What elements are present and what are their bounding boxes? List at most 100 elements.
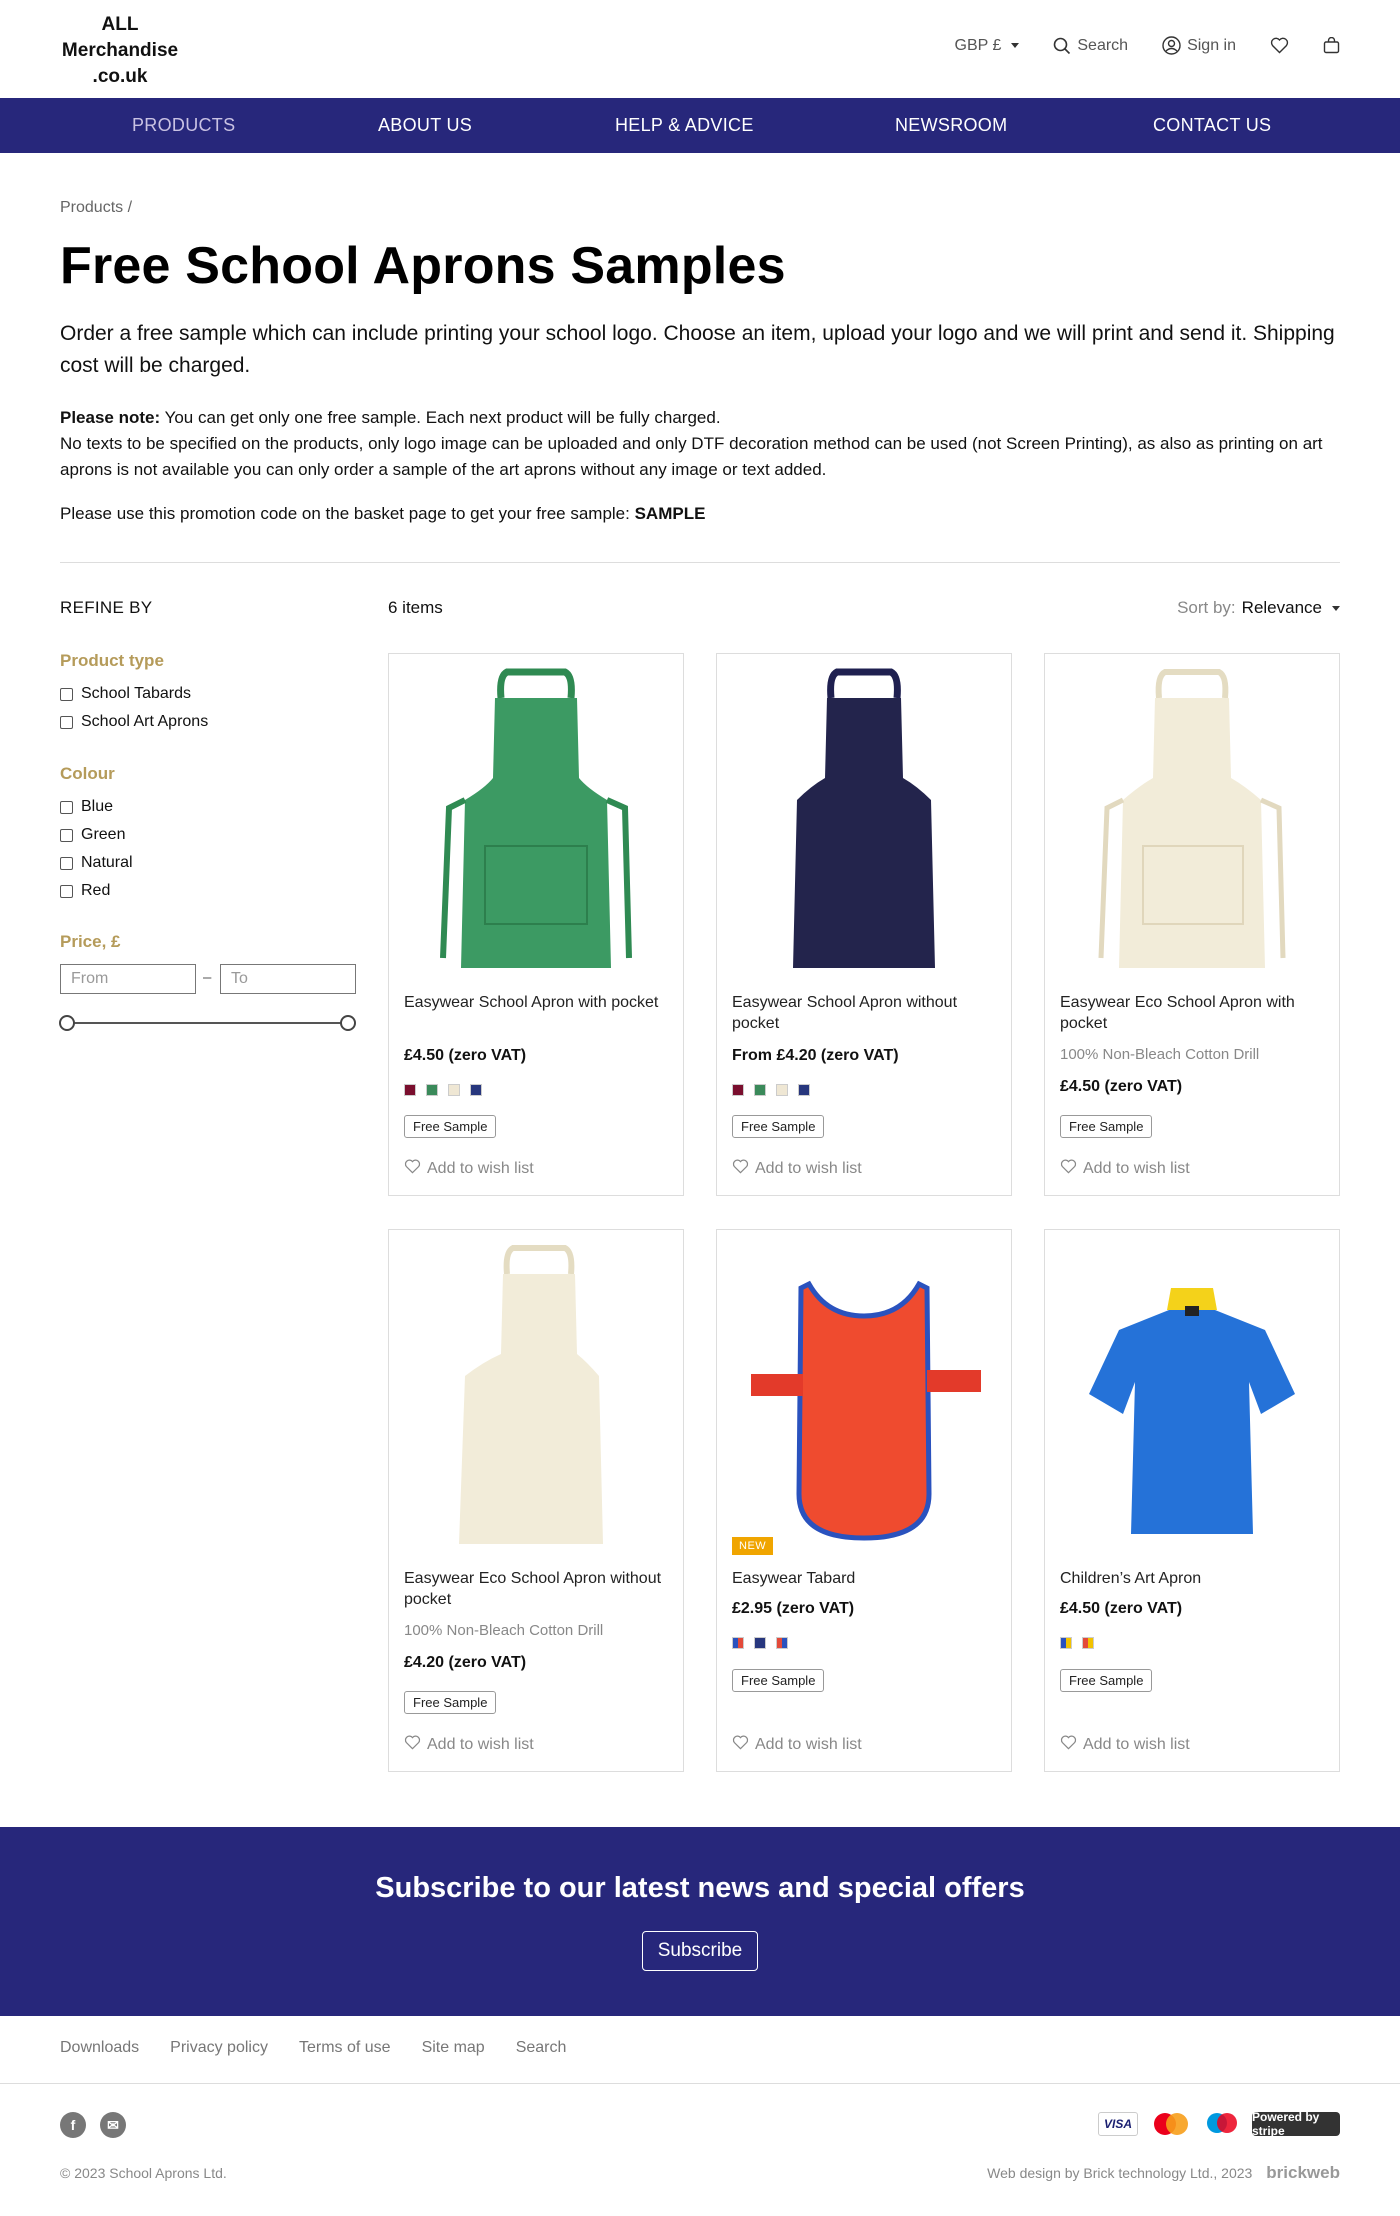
price-dash: –: [203, 969, 212, 986]
credit: Web design by Brick technology Ltd., 202…: [987, 2163, 1340, 2183]
filter-school-art-aprons[interactable]: School Art Aprons: [60, 713, 208, 731]
swatch-navy[interactable]: [798, 1084, 810, 1096]
product-card[interactable]: Easywear Eco School Apron with pocket 10…: [1044, 653, 1340, 1196]
add-to-wishlist[interactable]: Add to wish list: [1060, 1159, 1190, 1179]
mastercard-logo: [1154, 2113, 1188, 2135]
visa-logo: VISA: [1098, 2112, 1138, 2136]
product-price: £4.50 (zero VAT): [1060, 1078, 1183, 1095]
product-price: From £4.20 (zero VAT): [732, 1047, 899, 1064]
add-to-wishlist[interactable]: Add to wish list: [404, 1159, 534, 1179]
item-count: 6 items: [388, 598, 443, 617]
heart-icon: [732, 1159, 749, 1179]
search-button[interactable]: Search: [1053, 37, 1128, 55]
checkbox[interactable]: [60, 828, 73, 842]
product-material: 100% Non-Bleach Cotton Drill: [404, 1622, 604, 1639]
filter-colour-red[interactable]: Red: [60, 882, 110, 900]
swatch-green[interactable]: [754, 1084, 766, 1096]
site-logo[interactable]: ALL Merchandise .co.uk: [58, 12, 182, 90]
add-to-wishlist[interactable]: Add to wish list: [732, 1159, 862, 1179]
subscribe-section: [0, 1827, 1400, 2016]
checkbox[interactable]: [60, 715, 73, 729]
swatch-navy[interactable]: [754, 1637, 766, 1649]
nav-about-us[interactable]: ABOUT US: [378, 115, 472, 136]
swatch-burgundy[interactable]: [732, 1084, 744, 1096]
colour-swatches: [732, 1084, 810, 1096]
facebook-icon[interactable]: f: [60, 2112, 86, 2138]
email-icon[interactable]: ✉: [100, 2112, 126, 2138]
subscribe-button[interactable]: Subscribe: [642, 1931, 758, 1971]
price-slider-track[interactable]: [66, 1022, 348, 1024]
free-sample-badge: Free Sample: [732, 1669, 825, 1692]
price-slider-min-handle[interactable]: [59, 1015, 75, 1031]
swatch-red-yellow[interactable]: [1082, 1637, 1094, 1649]
swatch-blue-red[interactable]: [732, 1637, 744, 1649]
footer-link-sitemap[interactable]: Site map: [422, 2039, 485, 2057]
footer-links: Downloads Privacy policy Terms of use Si…: [60, 2039, 566, 2057]
product-name[interactable]: Children’s Art Apron: [1060, 1568, 1330, 1589]
checkbox[interactable]: [60, 884, 73, 898]
product-card[interactable]: Easywear School Apron without pocket Fro…: [716, 653, 1012, 1196]
filter-school-tabards[interactable]: School Tabards: [60, 685, 191, 703]
price-from-input[interactable]: From: [60, 964, 196, 994]
free-sample-badge: Free Sample: [1060, 1115, 1153, 1138]
currency-selector[interactable]: GBP £: [955, 37, 1020, 55]
brickweb-logo[interactable]: brickweb: [1266, 2163, 1340, 2183]
add-to-wishlist[interactable]: Add to wish list: [404, 1735, 534, 1755]
stripe-logo: Powered by stripe: [1252, 2110, 1340, 2138]
filter-colour-blue[interactable]: Blue: [60, 798, 113, 816]
breadcrumb[interactable]: Products /: [60, 199, 132, 217]
swatch-green[interactable]: [426, 1084, 438, 1096]
product-price: £4.50 (zero VAT): [404, 1047, 527, 1064]
facet-price-title: Price, £: [60, 932, 121, 951]
colour-swatches: [404, 1084, 482, 1096]
add-to-wishlist[interactable]: Add to wish list: [1060, 1735, 1190, 1755]
product-name[interactable]: Easywear School Apron with pocket: [404, 992, 674, 1013]
checkbox[interactable]: [60, 800, 73, 814]
price-to-input[interactable]: To: [220, 964, 356, 994]
nav-products[interactable]: PRODUCTS: [132, 115, 235, 136]
sort-selector[interactable]: Sort by: Relevance: [1177, 598, 1340, 618]
footer-link-privacy[interactable]: Privacy policy: [170, 2039, 268, 2057]
footer-link-downloads[interactable]: Downloads: [60, 2039, 139, 2057]
swatch-blue-yellow[interactable]: [1060, 1637, 1072, 1649]
free-sample-badge: Free Sample: [404, 1115, 497, 1138]
swatch-navy[interactable]: [470, 1084, 482, 1096]
price-slider-max-handle[interactable]: [340, 1015, 356, 1031]
free-sample-badge: Free Sample: [404, 1691, 497, 1714]
product-price: £2.95 (zero VAT): [732, 1600, 855, 1617]
product-card[interactable]: NEW Easywear Tabard £2.95 (zero VAT) Fre…: [716, 1229, 1012, 1772]
swatch-burgundy[interactable]: [404, 1084, 416, 1096]
refine-title: REFINE BY: [60, 598, 153, 617]
checkbox[interactable]: [60, 687, 73, 701]
filter-colour-natural[interactable]: Natural: [60, 854, 133, 872]
nav-newsroom[interactable]: NEWSROOM: [895, 115, 1007, 136]
product-card[interactable]: Easywear Eco School Apron without pocket…: [388, 1229, 684, 1772]
swatch-natural[interactable]: [776, 1084, 788, 1096]
product-name[interactable]: Easywear Eco School Apron without pocket: [404, 1568, 674, 1610]
filter-colour-green[interactable]: Green: [60, 826, 125, 844]
add-to-wishlist[interactable]: Add to wish list: [732, 1735, 862, 1755]
swatch-natural[interactable]: [448, 1084, 460, 1096]
sign-in-button[interactable]: Sign in: [1162, 36, 1236, 55]
swatch-red-blue[interactable]: [776, 1637, 788, 1649]
product-name[interactable]: Easywear Tabard: [732, 1568, 1002, 1589]
product-name[interactable]: Easywear Eco School Apron with pocket: [1060, 992, 1330, 1034]
subscribe-title: Subscribe to our latest news and special…: [375, 1872, 1025, 1904]
footer-link-search[interactable]: Search: [516, 2039, 567, 2057]
basket-button[interactable]: [1323, 37, 1340, 54]
product-price: £4.50 (zero VAT): [1060, 1600, 1183, 1617]
checkbox[interactable]: [60, 856, 73, 870]
footer-link-terms[interactable]: Terms of use: [299, 2039, 391, 2057]
payment-methods: VISA Powered by stripe: [1098, 2110, 1340, 2138]
product-card[interactable]: Children’s Art Apron £4.50 (zero VAT) Fr…: [1044, 1229, 1340, 1772]
product-material: 100% Non-Bleach Cotton Drill: [1060, 1046, 1260, 1063]
wishlist-button[interactable]: [1270, 37, 1289, 54]
free-sample-badge: Free Sample: [1060, 1669, 1153, 1692]
nav-contact-us[interactable]: CONTACT US: [1153, 115, 1271, 136]
search-icon: [1053, 37, 1071, 55]
product-name[interactable]: Easywear School Apron without pocket: [732, 992, 1002, 1034]
colour-swatches: [1060, 1637, 1094, 1649]
nav-help-advice[interactable]: HELP & ADVICE: [615, 115, 754, 136]
product-image-art-apron: [1089, 1288, 1295, 1534]
product-card[interactable]: Easywear School Apron with pocket £4.50 …: [388, 653, 684, 1196]
